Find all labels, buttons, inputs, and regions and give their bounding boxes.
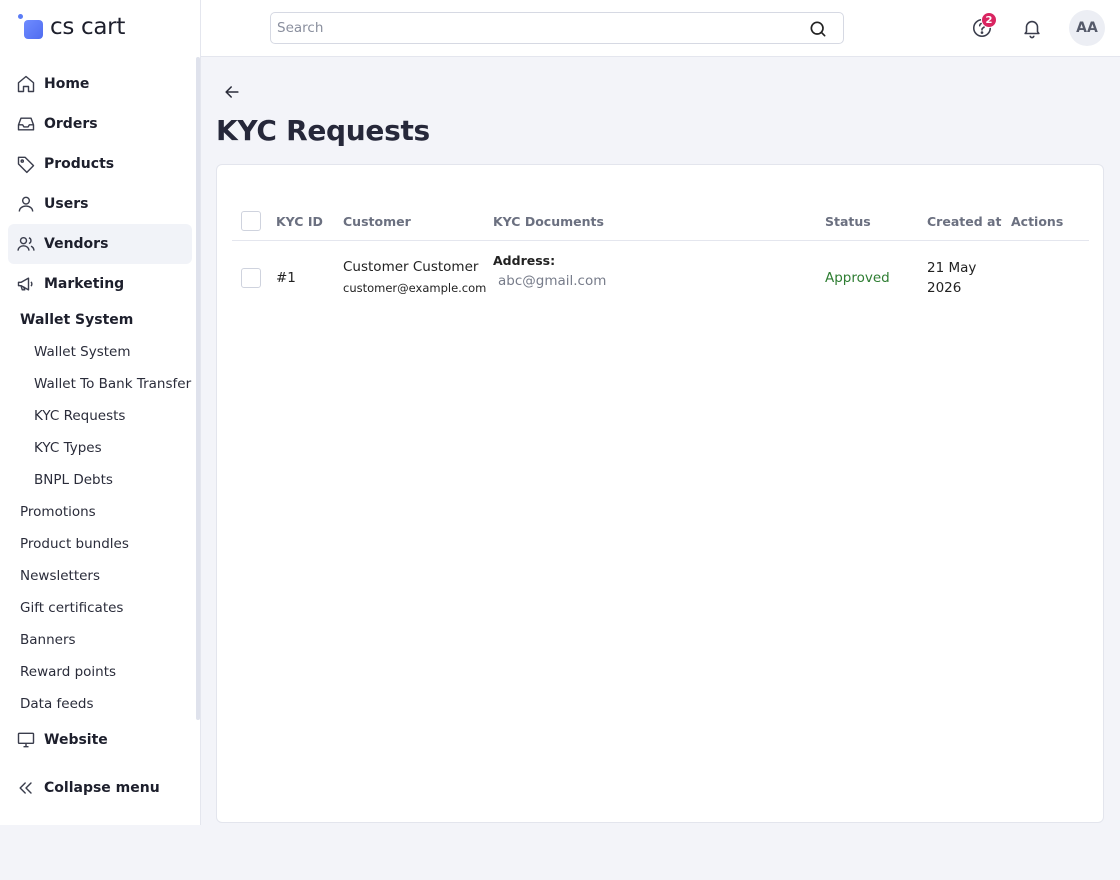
tag-icon: [17, 156, 35, 174]
logo-mark-icon: [18, 14, 44, 40]
sidebar-item-label: Vendors: [44, 236, 109, 252]
wallet-system-section-title[interactable]: Wallet System: [20, 312, 133, 328]
logo-text: cs cart: [50, 14, 126, 40]
select-all-checkbox[interactable]: [241, 211, 261, 231]
customer-name-cell[interactable]: Customer Customer: [343, 259, 478, 275]
column-header-status[interactable]: Status: [825, 214, 871, 229]
sidebar-item-newsletters[interactable]: Newsletters: [20, 568, 100, 584]
sidebar-item-banners[interactable]: Banners: [20, 632, 76, 648]
bell-icon[interactable]: [1021, 17, 1043, 39]
collapse-menu-label: Collapse menu: [44, 780, 160, 796]
status-badge: Approved: [825, 270, 890, 286]
sidebar-subitem-kyc-types[interactable]: KYC Types: [34, 440, 102, 456]
sidebar-item-label: Home: [44, 76, 90, 92]
avatar[interactable]: AA: [1069, 10, 1105, 46]
kyc-requests-table-card: KYC ID Customer KYC Documents Status Cre…: [216, 164, 1104, 823]
sidebar-item-vendors[interactable]: Vendors: [8, 224, 192, 264]
customer-email-cell: customer@example.com: [343, 281, 487, 295]
page-title: KYC Requests: [216, 114, 430, 147]
table-row[interactable]: #1 Customer Customer customer@example.co…: [232, 242, 1089, 316]
kyc-document-label: Address:: [493, 253, 556, 268]
search-icon[interactable]: [808, 19, 828, 39]
user-icon: [18, 196, 34, 212]
sidebar-item-label: Users: [44, 196, 89, 212]
created-at-year: 2026: [927, 280, 962, 296]
notification-count-badge: 2: [981, 12, 997, 28]
page-footer-area: [0, 825, 1120, 880]
chevrons-left-icon: [19, 782, 32, 794]
sidebar-item-orders[interactable]: Orders: [8, 104, 192, 144]
created-at-date: 21 May: [927, 260, 977, 276]
sidebar-subitem-kyc-requests[interactable]: KYC Requests: [34, 408, 125, 424]
sidebar: cs cart Home Orders Products Users Vendo…: [0, 0, 201, 825]
sidebar-scrollbar[interactable]: [196, 57, 200, 720]
kyc-document-value: abc@gmail.com: [498, 273, 607, 289]
collapse-menu-button[interactable]: Collapse menu: [8, 768, 192, 808]
column-header-actions: Actions: [1011, 214, 1064, 229]
sidebar-item-label: Products: [44, 156, 115, 172]
row-checkbox[interactable]: [241, 268, 261, 288]
sidebar-item-reward-points[interactable]: Reward points: [20, 664, 116, 680]
sidebar-subitem-bnpl-debts[interactable]: BNPL Debts: [34, 472, 113, 488]
sidebar-item-label: Website: [44, 732, 108, 748]
table-header: KYC ID Customer KYC Documents Status Cre…: [232, 201, 1089, 241]
sidebar-subitem-wallet-system[interactable]: Wallet System: [34, 344, 131, 360]
column-header-kyc-documents[interactable]: KYC Documents: [493, 214, 604, 229]
search-box: [270, 12, 844, 44]
inbox-icon: [17, 117, 35, 131]
sidebar-item-marketing[interactable]: Marketing: [8, 264, 192, 304]
monitor-icon: [17, 732, 35, 748]
megaphone-icon: [17, 277, 33, 291]
column-header-created-at[interactable]: Created at: [927, 214, 1001, 229]
back-arrow-icon[interactable]: [222, 82, 242, 102]
column-header-customer[interactable]: Customer: [343, 214, 411, 229]
kyc-id-cell[interactable]: #1: [276, 270, 296, 286]
sidebar-item-promotions[interactable]: Promotions: [20, 504, 96, 520]
users-icon: [17, 236, 35, 251]
sidebar-item-gift-certificates[interactable]: Gift certificates: [20, 600, 123, 616]
home-icon: [17, 75, 35, 93]
sidebar-item-label: Orders: [44, 116, 98, 132]
sidebar-item-users[interactable]: Users: [8, 184, 192, 224]
sidebar-item-label: Marketing: [44, 276, 125, 292]
column-header-kyc-id[interactable]: KYC ID: [276, 214, 323, 229]
topbar: 2 AA: [201, 0, 1120, 57]
logo[interactable]: cs cart: [18, 11, 125, 43]
sidebar-item-data-feeds[interactable]: Data feeds: [20, 696, 94, 712]
sidebar-subitem-wallet-to-bank-transfer[interactable]: Wallet To Bank Transfer: [34, 376, 191, 392]
sidebar-item-products[interactable]: Products: [8, 144, 192, 184]
search-input[interactable]: [271, 13, 771, 43]
sidebar-item-website[interactable]: Website: [8, 720, 192, 760]
sidebar-item-home[interactable]: Home: [8, 64, 192, 104]
sidebar-item-product-bundles[interactable]: Product bundles: [20, 536, 129, 552]
